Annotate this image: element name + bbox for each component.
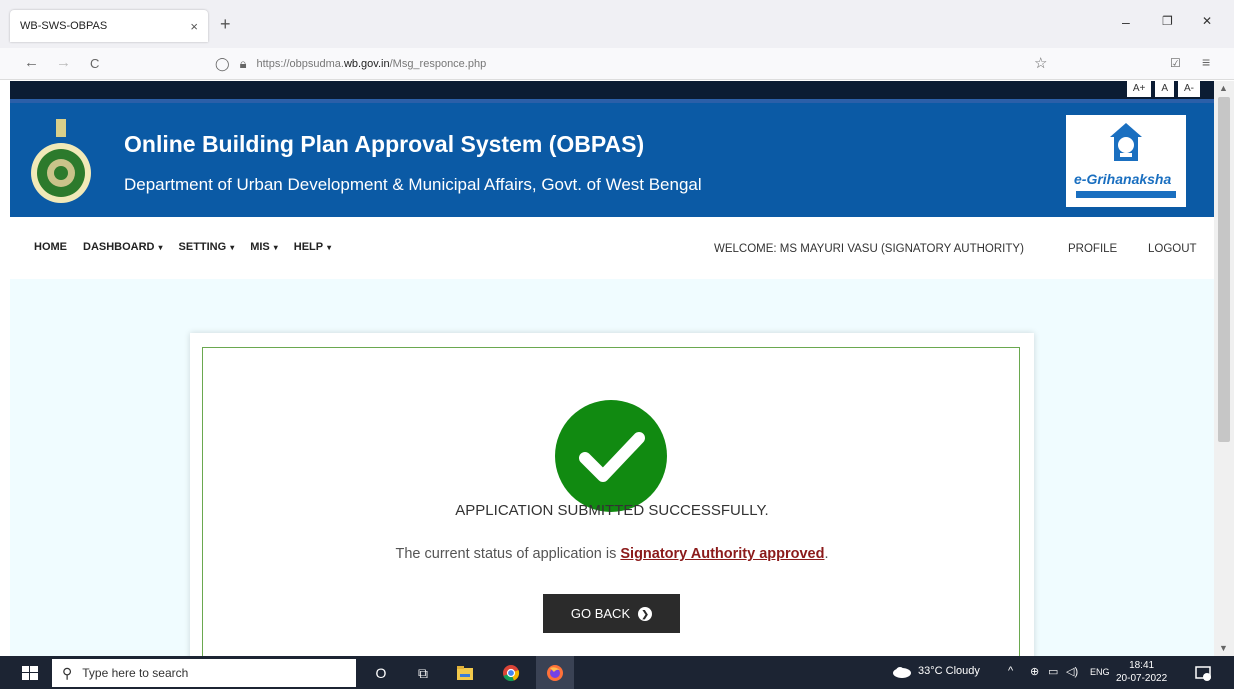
logout-link[interactable]: LOGOUT: [1148, 243, 1197, 255]
caret-down-icon: ▾: [230, 243, 235, 252]
new-tab-button[interactable]: +: [220, 14, 231, 35]
chrome-icon[interactable]: [502, 664, 520, 682]
caret-down-icon: ▾: [273, 243, 278, 252]
tab-title: WB-SWS-OBPAS: [20, 20, 108, 32]
font-normal-button[interactable]: A: [1155, 81, 1174, 97]
logo-tagline-bar: [1076, 191, 1176, 198]
network-icon[interactable]: ⊕: [1030, 665, 1039, 678]
taskbar-clock[interactable]: 18:41 20-07-2022: [1116, 659, 1167, 685]
browser-tab-bar: WB-SWS-OBPAS × + – ❐ ✕: [0, 0, 1234, 48]
minimize-button[interactable]: –: [1122, 14, 1130, 30]
font-decrease-button[interactable]: A-: [1178, 81, 1200, 97]
page-scrollbar[interactable]: ▲ ▼: [1214, 81, 1234, 656]
taskbar-search-box[interactable]: ⚲ Type here to search: [52, 659, 356, 687]
close-window-button[interactable]: ✕: [1202, 14, 1212, 28]
back-button[interactable]: ←: [24, 54, 39, 71]
volume-icon[interactable]: ◁): [1066, 665, 1078, 678]
message-card: APPLICATION SUBMITTED SUCCESSFULLY. The …: [190, 333, 1034, 656]
notification-icon[interactable]: [1194, 664, 1212, 682]
clock-time: 18:41: [1129, 660, 1155, 671]
maximize-button[interactable]: ❐: [1162, 14, 1173, 28]
site-subtitle: Department of Urban Development & Munici…: [124, 175, 702, 194]
menu-setting[interactable]: SETTING ▾: [179, 241, 235, 253]
browser-nav-bar: ← → C ◯ 🔒︎ https://obpsudma.wb.gov.in/Ms…: [0, 48, 1234, 80]
clock-date: 20-07-2022: [1116, 673, 1168, 684]
west-bengal-emblem-icon: [31, 119, 91, 203]
main-menu-bar: HOME DASHBOARD ▾ SETTING ▾ MIS ▾ HELP ▾ WELC…: [10, 217, 1214, 279]
main-menu: HOME DASHBOARD ▾ SETTING ▾ MIS ▾ HELP ▾: [34, 241, 331, 253]
profile-link[interactable]: PROFILE: [1068, 243, 1117, 255]
lock-icon: 🔒︎: [239, 56, 247, 71]
url-bar[interactable]: ◯ 🔒︎ https://obpsudma.wb.gov.in/Msg_resp…: [215, 51, 1055, 77]
arrow-right-icon: ❯: [638, 606, 653, 621]
browser-tab[interactable]: WB-SWS-OBPAS ×: [10, 10, 208, 42]
logo-text: e-Grihanaksha: [1074, 171, 1172, 187]
taskbar-search-placeholder: Type here to search: [82, 666, 189, 680]
task-view-icon[interactable]: ⧉: [414, 664, 432, 682]
status-message: The current status of application is Sig…: [395, 546, 829, 562]
tab-close-icon[interactable]: ×: [190, 19, 198, 34]
e-grihanaksha-logo: e-Grihanaksha: [1066, 115, 1186, 207]
pocket-icon[interactable]: ☑: [1170, 56, 1181, 70]
menu-home[interactable]: HOME: [34, 241, 67, 253]
house-icon: [1110, 123, 1142, 161]
go-back-button[interactable]: GO BACK ❯: [543, 594, 680, 633]
bookmark-star-icon[interactable]: ☆: [1034, 54, 1047, 72]
scroll-down-icon[interactable]: ▼: [1219, 643, 1228, 653]
tray-expand-icon[interactable]: ^: [1008, 665, 1013, 677]
scroll-up-icon[interactable]: ▲: [1219, 83, 1228, 93]
search-icon: ⚲: [62, 664, 73, 681]
site-title: Online Building Plan Approval System (OB…: [124, 131, 645, 157]
windows-start-icon[interactable]: [22, 666, 38, 680]
success-check-icon: [555, 400, 667, 512]
font-size-controls: A+ A A-: [1126, 81, 1200, 97]
message-card-inner: APPLICATION SUBMITTED SUCCESSFULLY. The …: [202, 347, 1020, 656]
url-text: https://obpsudma.wb.gov.in/Msg_responce.…: [256, 58, 487, 70]
display-icon[interactable]: ▭: [1048, 665, 1058, 678]
welcome-text: WELCOME: MS MAYURI VASU (SIGNATORY AUTHO…: [714, 243, 1024, 255]
language-indicator[interactable]: ENG: [1090, 667, 1110, 677]
cloud-icon: [893, 667, 911, 678]
cortana-icon[interactable]: O: [372, 664, 390, 682]
menu-help[interactable]: HELP ▾: [294, 241, 331, 253]
menu-mis[interactable]: MIS ▾: [250, 241, 278, 253]
firefox-icon[interactable]: [546, 664, 564, 682]
success-message: APPLICATION SUBMITTED SUCCESSFULLY.: [455, 502, 769, 519]
shield-icon: ◯: [215, 56, 230, 71]
menu-dashboard[interactable]: DASHBOARD ▾: [83, 241, 163, 253]
page-viewport: A+ A A- Online Building Plan Approval Sy…: [10, 81, 1214, 656]
file-explorer-icon[interactable]: [456, 664, 474, 682]
forward-button[interactable]: →: [56, 54, 71, 71]
caret-down-icon: ▾: [158, 243, 163, 252]
top-strip: A+ A A-: [10, 81, 1214, 99]
status-value-link[interactable]: Signatory Authority approved: [620, 546, 824, 562]
font-increase-button[interactable]: A+: [1126, 81, 1152, 97]
reload-button[interactable]: C: [90, 56, 99, 71]
windows-taskbar: ⚲ Type here to search O ⧉ 33°C Cloudy ^ …: [0, 656, 1234, 689]
scroll-thumb[interactable]: [1218, 97, 1230, 442]
app-menu-icon[interactable]: ≡: [1202, 54, 1210, 70]
caret-down-icon: ▾: [327, 243, 332, 252]
weather-text[interactable]: 33°C Cloudy: [918, 665, 980, 677]
site-header: Online Building Plan Approval System (OB…: [10, 103, 1214, 217]
